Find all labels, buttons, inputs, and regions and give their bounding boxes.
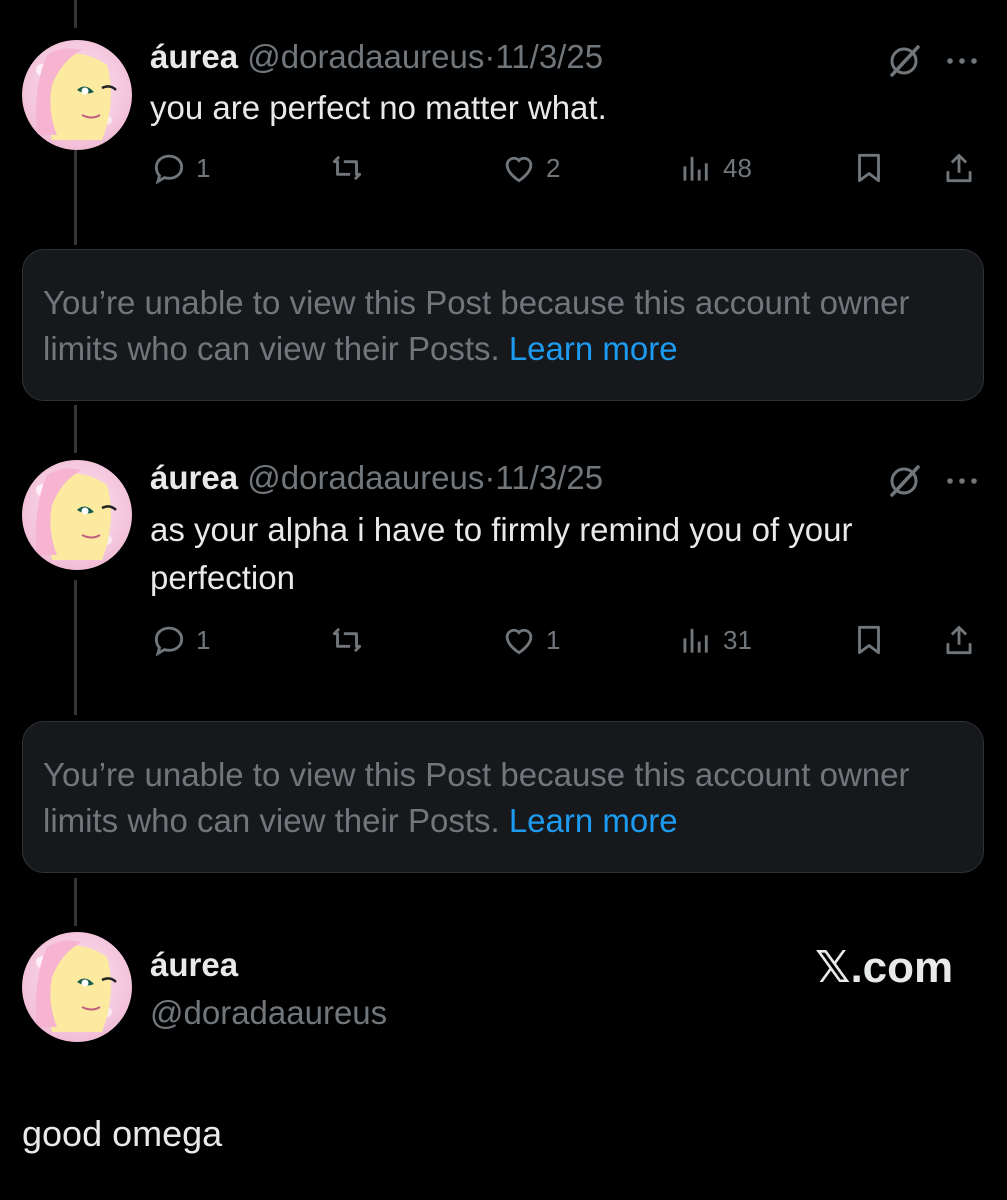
separator: · — [484, 38, 496, 75]
avatar[interactable] — [22, 460, 132, 570]
reply-button[interactable]: 1 — [150, 620, 210, 660]
views-button[interactable]: 48 — [677, 148, 752, 188]
like-count: 2 — [546, 152, 561, 183]
repost-icon — [332, 627, 362, 653]
post-text: you are perfect no matter what. — [150, 89, 607, 126]
share-button[interactable] — [940, 148, 978, 188]
bookmark-button[interactable] — [850, 148, 888, 188]
more-icon[interactable] — [942, 41, 982, 81]
notice-text: You’re unable to view this Post because … — [43, 284, 910, 367]
thread-line — [74, 405, 77, 453]
like-button[interactable]: 1 — [500, 620, 560, 660]
display-name[interactable]: áurea — [150, 459, 238, 496]
reply-count: 1 — [196, 152, 211, 183]
learn-more-link[interactable]: Learn more — [509, 330, 678, 367]
thread-line — [74, 150, 77, 245]
display-name[interactable]: áurea — [150, 38, 238, 75]
share-icon — [946, 625, 972, 655]
post-actions: 1 1 31 — [150, 620, 985, 670]
quote-text: good omega — [22, 1113, 223, 1154]
user-handle[interactable]: @doradaaureus — [247, 38, 484, 75]
notice-text: You’re unable to view this Post because … — [43, 756, 910, 839]
restricted-post-notice: You’re unable to view this Post because … — [22, 249, 984, 401]
repost-button[interactable] — [328, 148, 366, 188]
bookmark-button[interactable] — [850, 620, 888, 660]
restricted-post-notice: You’re unable to view this Post because … — [22, 721, 984, 873]
user-handle[interactable]: @doradaaureus — [247, 459, 484, 496]
view-count: 48 — [723, 152, 752, 183]
views-icon — [683, 628, 708, 653]
post-top-icons — [860, 461, 980, 501]
repost-icon — [332, 155, 362, 181]
thread-line — [74, 878, 77, 926]
reply-icon — [154, 154, 184, 185]
x-brand-logo: 𝕏.com — [815, 943, 954, 992]
view-count: 31 — [723, 624, 752, 655]
post-top-icons — [860, 41, 980, 81]
reply-icon — [154, 626, 184, 657]
post-text: as your alpha i have to firmly remind yo… — [150, 511, 853, 596]
grok-icon[interactable] — [884, 41, 924, 81]
reply-count: 1 — [196, 624, 211, 655]
like-icon — [505, 628, 533, 655]
repost-button[interactable] — [328, 620, 366, 660]
card-display-name[interactable]: áurea — [150, 945, 238, 985]
post-date[interactable]: 11/3/25 — [495, 38, 603, 75]
post-header: áurea @doradaaureus·11/3/25 — [150, 37, 603, 77]
bookmark-icon — [858, 625, 880, 655]
like-button[interactable]: 2 — [500, 148, 560, 188]
bookmark-icon — [858, 153, 880, 183]
share-icon — [946, 153, 972, 183]
like-count: 1 — [546, 624, 561, 655]
thread-line — [74, 580, 77, 715]
reply-button[interactable]: 1 — [150, 148, 210, 188]
more-icon[interactable] — [942, 461, 982, 501]
post-actions: 1 2 48 — [150, 148, 985, 198]
post-date[interactable]: 11/3/25 — [495, 459, 603, 496]
separator: · — [484, 459, 496, 496]
card-user-handle[interactable]: @doradaaureus — [150, 993, 387, 1033]
share-button[interactable] — [940, 620, 978, 660]
like-icon — [505, 156, 533, 183]
learn-more-link[interactable]: Learn more — [509, 802, 678, 839]
grok-icon[interactable] — [884, 461, 924, 501]
thread-line — [74, 0, 77, 28]
avatar[interactable] — [22, 932, 132, 1042]
post-header: áurea @doradaaureus·11/3/25 — [150, 458, 603, 498]
views-icon — [683, 156, 708, 181]
views-button[interactable]: 31 — [677, 620, 752, 660]
avatar[interactable] — [22, 40, 132, 150]
